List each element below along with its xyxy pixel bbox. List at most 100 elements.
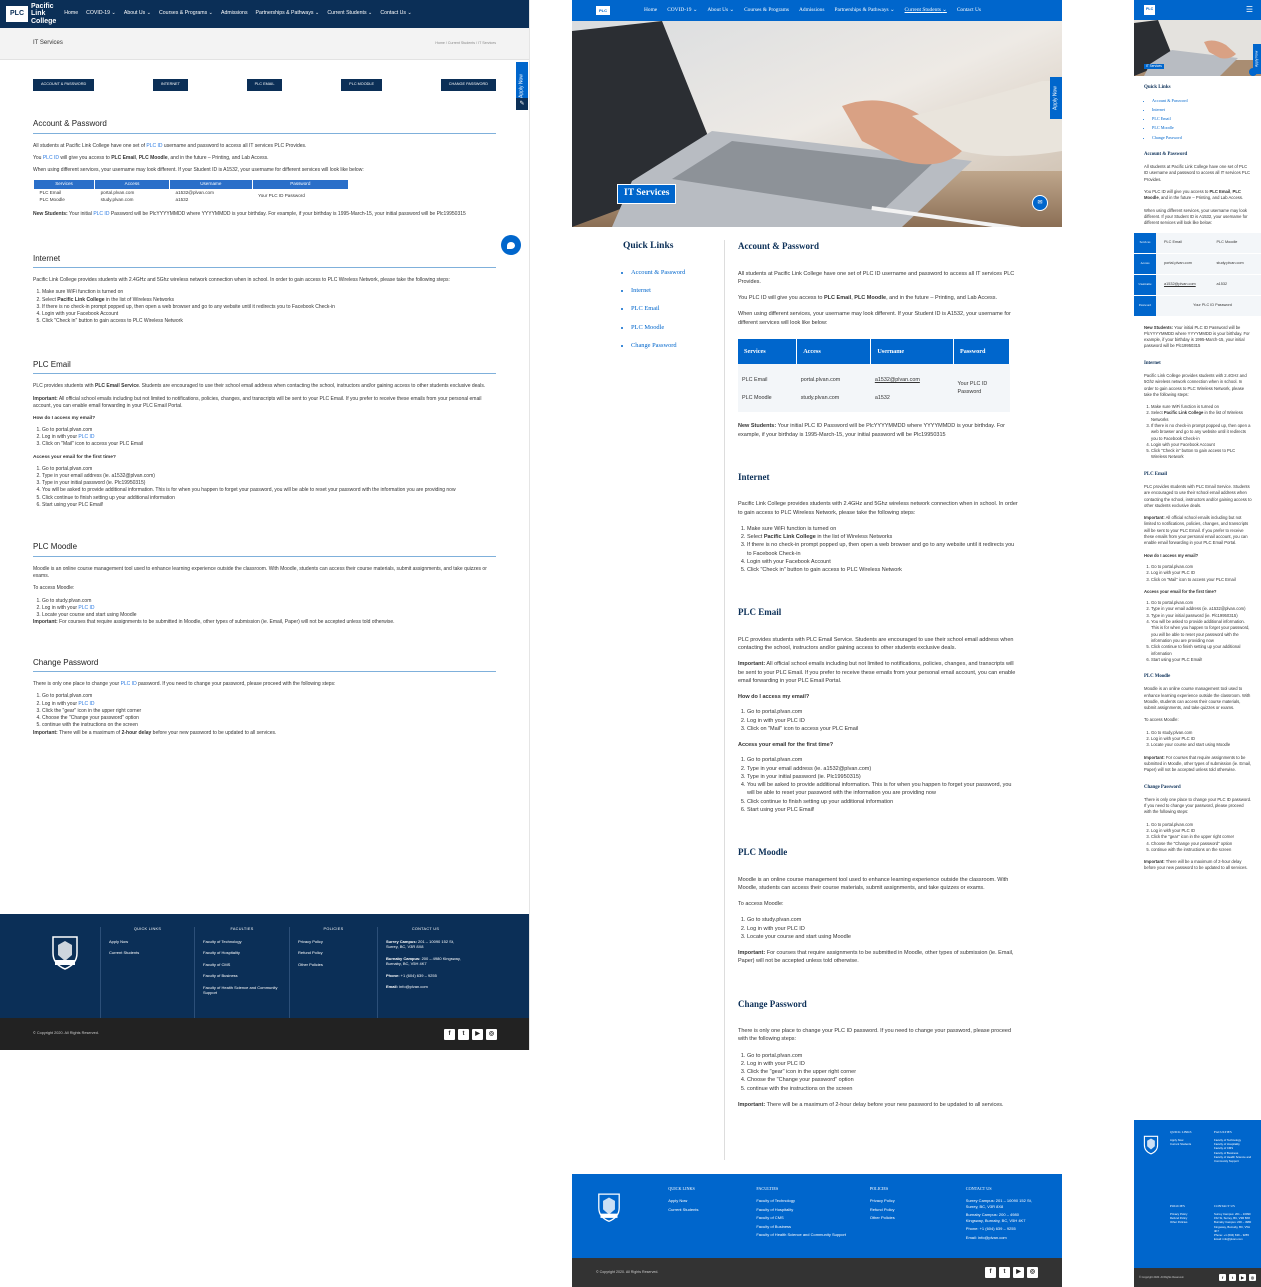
nav-current-students[interactable]: Current Students ⌄: [905, 7, 947, 15]
top-nav: PLC Pacific Link College Home COVID-19 ⌄ A…: [0, 0, 529, 28]
paragraph: There is only one place to change your P…: [1144, 796, 1252, 815]
nav-covid[interactable]: COVID-19 ⌄: [667, 7, 697, 15]
footer-link[interactable]: Apply Now: [668, 1198, 736, 1204]
twitter-icon[interactable]: t: [999, 1267, 1010, 1278]
subheading: How do I access my email?: [1144, 552, 1199, 558]
youtube-icon[interactable]: ▶: [472, 1028, 483, 1040]
instagram-icon[interactable]: ◎: [1027, 1267, 1038, 1278]
message-icon[interactable]: [1249, 68, 1257, 76]
footer-link[interactable]: Faculty of Technology: [756, 1198, 849, 1204]
site-logo[interactable]: PLC Pacific Link College: [6, 3, 56, 25]
youtube-icon[interactable]: ▶: [1013, 1267, 1024, 1278]
footer-link[interactable]: Privacy Policy: [870, 1198, 946, 1204]
plc-email-button[interactable]: PLC EMAIL: [246, 79, 283, 91]
footer-link[interactable]: Refund Policy: [870, 1207, 946, 1213]
plc-id-link[interactable]: PLC ID: [78, 701, 94, 707]
email-link[interactable]: info@plvan.com: [398, 984, 428, 989]
nav-partnerships[interactable]: Partnerships & Pathways ⌄: [834, 7, 894, 15]
nav-courses[interactable]: Courses & Programs: [744, 7, 789, 15]
footer-link[interactable]: Current Students: [109, 950, 186, 956]
paragraph: All students at Pacific Link College hav…: [738, 270, 1015, 285]
top-nav: PLC Home COVID-19 ⌄ About Us ⌄ Courses &…: [572, 0, 1062, 21]
footer-link[interactable]: Other Policies: [298, 962, 369, 968]
footer-link[interactable]: Faculty of Health Science and Community …: [756, 1232, 849, 1238]
nav-current-students[interactable]: Current Students ⌄: [327, 10, 372, 18]
subheading: Access your email for the first time?: [1144, 588, 1217, 594]
message-icon[interactable]: ✉: [1032, 195, 1048, 211]
nav-home[interactable]: Home: [64, 10, 78, 18]
paragraph: Important: For courses that require assi…: [33, 619, 395, 626]
footer-link[interactable]: Other Policies: [870, 1215, 946, 1221]
facebook-icon[interactable]: f: [1219, 1274, 1226, 1281]
twitter-icon[interactable]: t: [1229, 1274, 1236, 1281]
nav-about[interactable]: About Us ⌄: [124, 10, 151, 18]
breadcrumb[interactable]: Home / Current Students / IT Services: [435, 41, 496, 46]
form-icon[interactable]: ✎: [516, 98, 528, 110]
nav-contact[interactable]: Contact Us: [957, 7, 981, 15]
instagram-icon[interactable]: ◎: [1249, 1274, 1256, 1281]
footer-link[interactable]: Other Policies: [1170, 1220, 1210, 1224]
page-title: IT Services: [617, 184, 677, 204]
footer-link[interactable]: Faculty of Business: [203, 973, 281, 979]
quick-link-email[interactable]: PLC Email: [631, 304, 713, 313]
quick-link-moodle[interactable]: PLC Moodle: [631, 323, 713, 332]
footer-link[interactable]: Current Students: [1170, 1142, 1210, 1146]
footer-link[interactable]: Faculty of Technology: [203, 939, 281, 945]
facebook-icon[interactable]: f: [444, 1028, 455, 1040]
internet-steps: Make sure WiFi function is turned on Sel…: [1144, 404, 1252, 461]
footer-link[interactable]: Faculty of Hospitality: [756, 1207, 849, 1213]
footer-link[interactable]: Faculty of Health Science and Community …: [1214, 1155, 1254, 1163]
footer-link[interactable]: Faculty of Business: [756, 1224, 849, 1230]
hamburger-menu-icon[interactable]: ☰: [1246, 6, 1253, 14]
site-logo[interactable]: PLC: [596, 5, 610, 16]
paragraph: PLC provides students with PLC Email Ser…: [33, 383, 486, 390]
nav-contact[interactable]: Contact Us ⌄: [380, 10, 411, 18]
footer-link[interactable]: Faculty of Health Science and Community …: [203, 985, 281, 996]
apply-now-tab[interactable]: Apply Now: [1050, 77, 1062, 119]
footer-link[interactable]: Faculty of Hospitality: [203, 950, 281, 956]
quick-link-moodle[interactable]: PLC Moodle: [1152, 125, 1252, 131]
facebook-icon[interactable]: f: [985, 1267, 996, 1278]
nav-partnerships[interactable]: Partnerships & Pathways ⌄: [256, 10, 320, 18]
nav-admissions[interactable]: Admissions: [799, 7, 824, 15]
plc-id-link[interactable]: PLC ID: [93, 211, 109, 217]
quick-link-change-password[interactable]: Change Password: [631, 341, 713, 350]
quick-link-internet[interactable]: Internet: [1152, 107, 1252, 113]
instagram-icon[interactable]: ◎: [486, 1028, 497, 1040]
quick-link-change-password[interactable]: Change Password: [1152, 135, 1252, 141]
quick-link-account[interactable]: Account & Password: [1152, 98, 1252, 104]
twitter-icon[interactable]: t: [458, 1028, 469, 1040]
nav-courses[interactable]: Courses & Programs ⌄: [159, 10, 213, 18]
site-logo[interactable]: PLC: [1144, 5, 1156, 15]
nav-about[interactable]: About Us ⌄: [707, 7, 734, 15]
quick-link-internet[interactable]: Internet: [631, 286, 713, 295]
email-link[interactable]: info@plvan.com: [1222, 1237, 1243, 1241]
footer-link[interactable]: Faculty of CMS: [756, 1215, 849, 1221]
footer-link[interactable]: Current Students: [668, 1207, 736, 1213]
footer-link[interactable]: Faculty of CMS: [203, 962, 281, 968]
youtube-icon[interactable]: ▶: [1239, 1274, 1246, 1281]
plc-id-link[interactable]: PLC ID: [121, 681, 137, 687]
quick-links-sidebar: Quick Links Account & Password Internet …: [623, 240, 713, 359]
footer-link[interactable]: Privacy Policy: [298, 939, 369, 945]
plc-id-link[interactable]: PLC ID: [146, 143, 162, 149]
social-links: f t ▶ ◎: [985, 1267, 1038, 1278]
plc-moodle-button[interactable]: PLC MOODLE: [341, 79, 383, 91]
quick-link-account[interactable]: Account & Password: [631, 268, 713, 277]
plc-id-link[interactable]: PLC ID: [78, 434, 94, 440]
footer-link[interactable]: Refund Policy: [298, 950, 369, 956]
nav-covid[interactable]: COVID-19 ⌄: [86, 10, 116, 18]
internet-button[interactable]: INTERNET: [152, 79, 188, 91]
nav-admissions[interactable]: Admissions: [221, 10, 248, 18]
account-password-button[interactable]: ACCOUNT & PASSWORD: [33, 79, 95, 91]
chat-button[interactable]: [501, 235, 521, 255]
nav-home[interactable]: Home: [644, 7, 657, 15]
plc-id-link[interactable]: PLC ID: [78, 605, 94, 611]
change-password-button[interactable]: CHANGE PASSWORD: [440, 79, 496, 91]
plc-id-link[interactable]: PLC ID: [43, 155, 59, 161]
moodle-steps: Go to study.plvan.com Log in with your P…: [1144, 730, 1252, 749]
email-link[interactable]: info@plvan.com: [977, 1235, 1007, 1240]
footer-link[interactable]: Apply Now: [109, 939, 186, 945]
quick-link-email[interactable]: PLC Email: [1152, 116, 1252, 122]
paragraph: Pacific Link College provides students w…: [33, 277, 450, 284]
